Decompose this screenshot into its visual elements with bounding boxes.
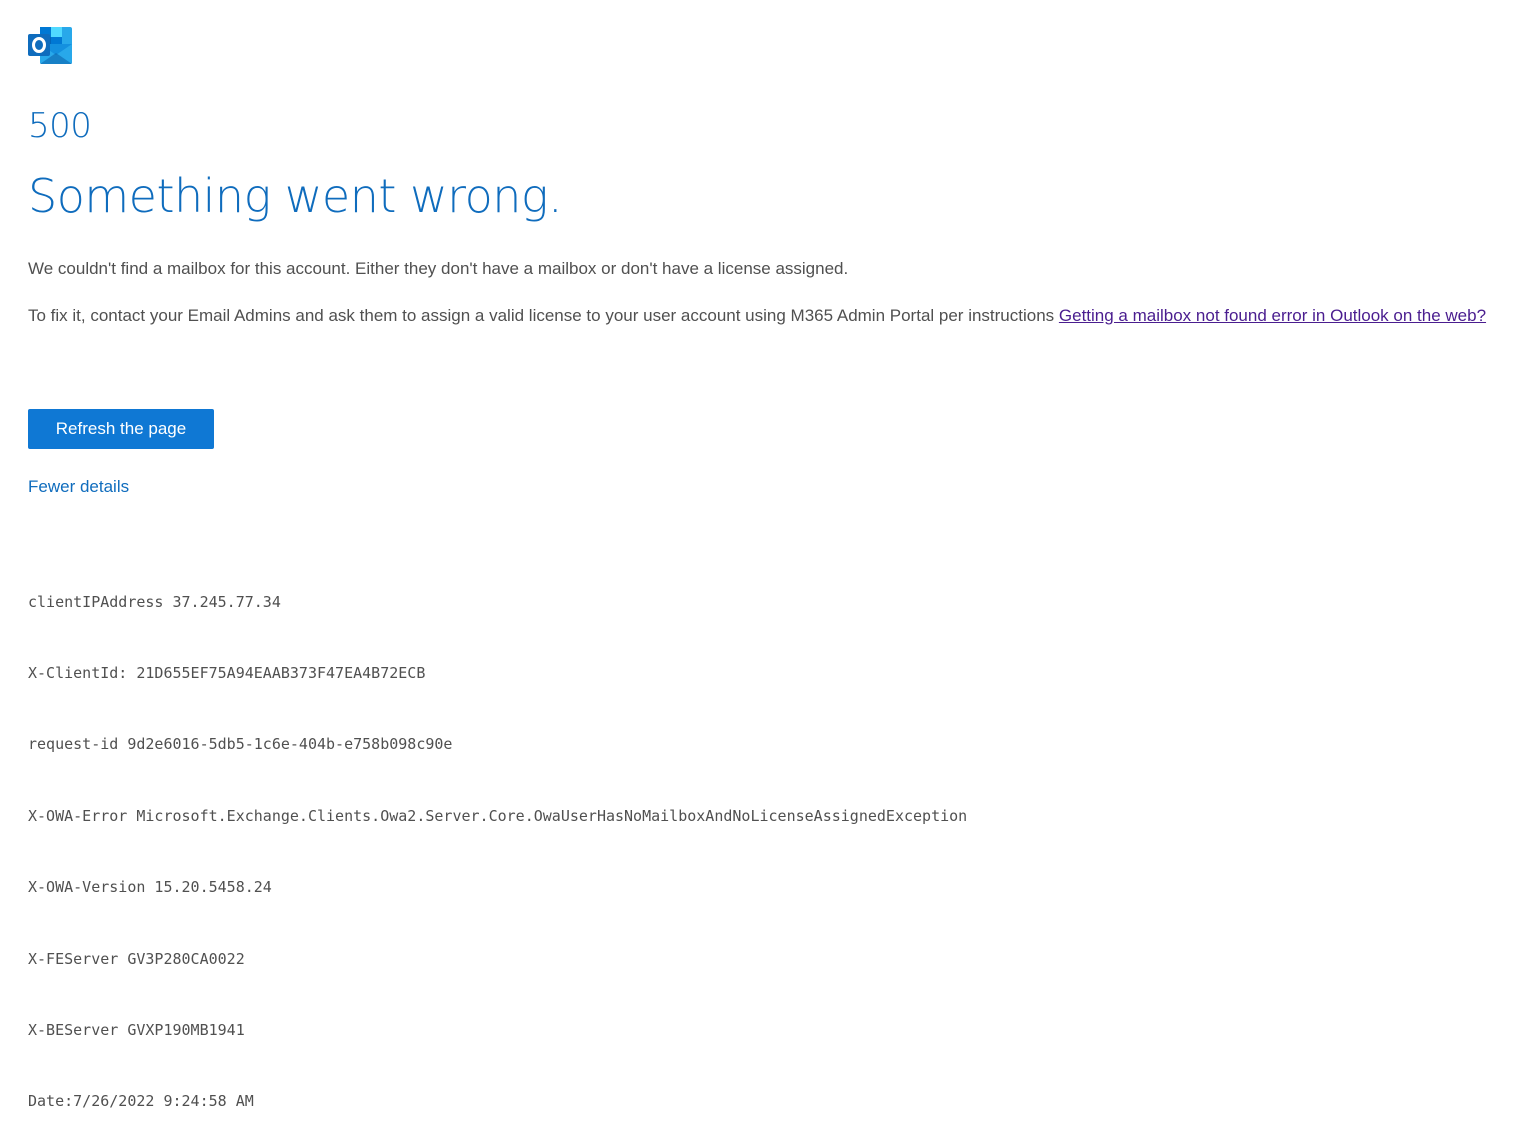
fix-instructions: To fix it, contact your Email Admins and…	[28, 304, 1508, 328]
fix-instructions-text: To fix it, contact your Email Admins and…	[28, 306, 1059, 325]
refresh-page-button[interactable]: Refresh the page	[28, 409, 214, 449]
outlook-logo-icon	[28, 26, 74, 66]
diagnostic-line-client-ip: clientIPAddress 37.245.77.34	[28, 592, 281, 611]
fewer-details-link[interactable]: Fewer details	[28, 475, 129, 499]
diagnostic-line-owa-error: X-OWA-Error Microsoft.Exchange.Clients.O…	[28, 806, 968, 825]
diagnostic-line-client-id: X-ClientId: 21D655EF75A94EAAB373F47EA4B7…	[28, 663, 426, 682]
diagnostics-details: clientIPAddress 37.245.77.34 X-ClientId:…	[28, 543, 967, 1138]
help-article-link[interactable]: Getting a mailbox not found error in Out…	[1059, 306, 1486, 325]
diagnostic-line-fe-server: X-FEServer GV3P280CA0022	[28, 949, 245, 968]
error-code: 500	[28, 106, 92, 146]
diagnostic-line-request-id: request-id 9d2e6016-5db5-1c6e-404b-e758b…	[28, 735, 453, 754]
page-title: Something went wrong.	[28, 169, 563, 223]
error-message: We couldn't find a mailbox for this acco…	[28, 259, 849, 278]
diagnostic-line-be-server: X-BEServer GVXP190MB1941	[28, 1020, 245, 1039]
diagnostic-line-date: Date:7/26/2022 9:24:58 AM	[28, 1092, 254, 1111]
diagnostic-line-owa-version: X-OWA-Version 15.20.5458.24	[28, 878, 272, 897]
